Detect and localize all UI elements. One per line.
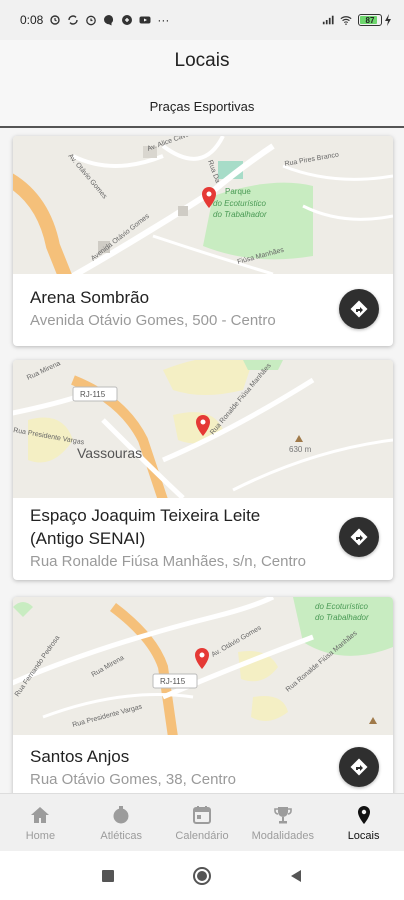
map-label: Vassouras	[77, 445, 142, 461]
locations-list[interactable]: Parque do Ecoturístico do Trabalhador Av…	[0, 130, 404, 793]
alarm-icon	[49, 14, 61, 26]
nav-label: Modalidades	[251, 829, 314, 842]
page-title: Locais	[174, 50, 230, 71]
system-navigation-bar	[0, 851, 404, 900]
battery-level: 87	[365, 15, 375, 25]
location-title: Santos Anjos	[30, 747, 130, 766]
location-title: Espaço Joaquim Teixeira Leite	[30, 506, 261, 525]
map-label: RJ-115	[160, 677, 186, 686]
location-map[interactable]: Parque do Ecoturístico do Trabalhador Av…	[13, 136, 393, 274]
location-card[interactable]: RJ-115 Vassouras 630 m Rua Mirena Rua Pr…	[13, 360, 393, 580]
map-label: do Ecoturístico	[315, 602, 368, 611]
status-left: 0:08 ···	[20, 13, 169, 27]
location-pin-icon	[353, 804, 375, 826]
directions-icon	[350, 528, 368, 546]
directions-button[interactable]	[339, 517, 379, 557]
back-button[interactable]	[284, 864, 308, 888]
location-map[interactable]: RJ-115 Vassouras 630 m Rua Mirena Rua Pr…	[13, 360, 393, 498]
nav-label: Atléticas	[100, 829, 142, 842]
wifi-icon	[340, 14, 352, 26]
location-title: Arena Sombrão	[30, 288, 150, 307]
app-bar: Locais Praças Esportivas	[0, 40, 404, 128]
signal-icon	[322, 14, 334, 26]
bottom-navigation: Home Atléticas Calendário Modalidades Lo…	[0, 793, 404, 851]
vpn-icon	[121, 14, 133, 26]
status-time: 0:08	[20, 13, 44, 27]
map-label: do Ecoturístico	[213, 199, 266, 208]
circle-icon	[193, 866, 211, 885]
nav-item-calendario[interactable]: Calendário	[162, 794, 243, 851]
directions-button[interactable]	[339, 289, 379, 329]
directions-icon	[350, 300, 368, 318]
location-title-line2: (Antigo SENAI)	[30, 529, 146, 548]
charging-icon	[385, 14, 391, 26]
nav-label: Calendário	[175, 829, 229, 842]
clock-icon	[85, 14, 97, 26]
status-more: ···	[157, 13, 170, 27]
location-address: Rua Otávio Gomes, 38, Centro	[30, 771, 236, 788]
location-map[interactable]: RJ-115 do Ecoturístico do Trabalhador Ru…	[13, 597, 393, 735]
home-icon	[29, 804, 51, 826]
location-address: Avenida Otávio Gomes, 500 - Centro	[30, 312, 276, 329]
location-card[interactable]: Parque do Ecoturístico do Trabalhador Av…	[13, 136, 393, 346]
location-address: Rua Ronalde Fiúsa Manhães, s/n, Centro	[30, 553, 306, 570]
messenger-icon	[103, 14, 115, 26]
map-label: Parque	[225, 187, 251, 196]
youtube-icon	[139, 14, 151, 26]
page-subtitle: Praças Esportivas	[149, 99, 255, 114]
status-bar: 0:08 ··· 87	[0, 0, 404, 40]
nav-item-modalidades[interactable]: Modalidades	[242, 794, 323, 851]
square-icon	[102, 869, 114, 882]
nav-item-locais[interactable]: Locais	[323, 794, 404, 851]
trophy-icon	[272, 804, 294, 826]
nav-item-atleticas[interactable]: Atléticas	[81, 794, 162, 851]
home-system-button[interactable]	[190, 864, 214, 888]
status-right: 87	[322, 14, 392, 26]
calendar-icon	[191, 804, 213, 826]
recents-button[interactable]	[96, 864, 120, 888]
nav-label: Home	[25, 829, 56, 842]
back-triangle-icon	[291, 869, 301, 882]
sync-icon	[67, 14, 79, 26]
map-label: do Trabalhador	[315, 613, 369, 622]
ball-icon	[110, 804, 132, 826]
directions-button[interactable]	[339, 747, 379, 787]
nav-item-home[interactable]: Home	[0, 794, 81, 851]
map-label: 630 m	[289, 445, 312, 454]
map-label: do Trabalhador	[213, 210, 267, 219]
map-label: RJ-115	[80, 390, 106, 399]
location-card[interactable]: RJ-115 do Ecoturístico do Trabalhador Ru…	[13, 597, 393, 793]
battery-icon: 87	[358, 14, 392, 26]
directions-icon	[350, 758, 368, 776]
nav-label: Locais	[347, 829, 380, 842]
